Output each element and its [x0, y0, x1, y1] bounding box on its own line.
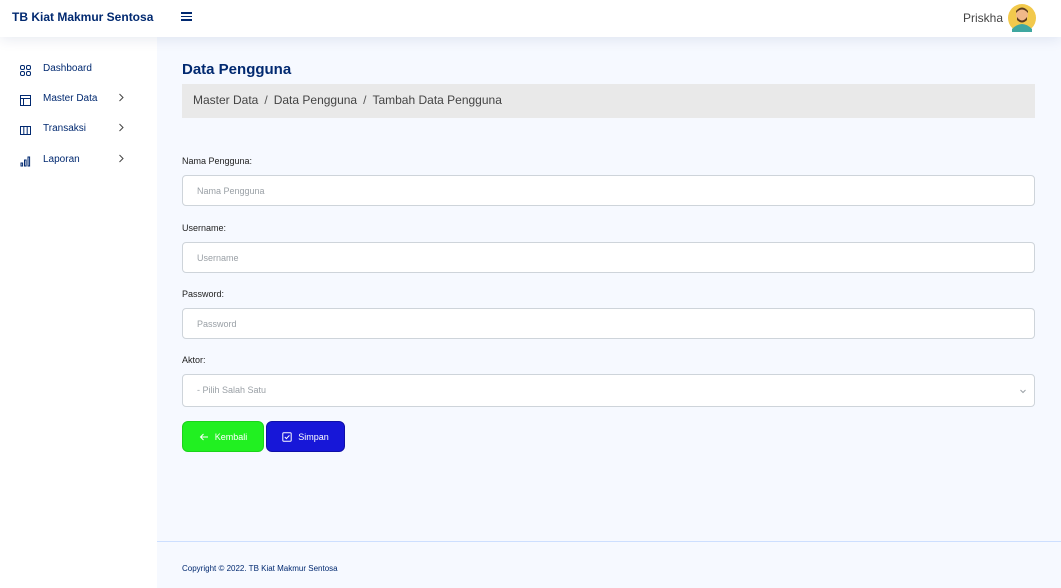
sidebar-item-laporan[interactable]: Laporan [20, 152, 132, 170]
aktor-select[interactable]: - Pilih Salah Satu [182, 374, 1035, 407]
columns-icon [20, 125, 31, 136]
save-button-label: Simpan [298, 431, 329, 442]
sidebar-item-label: Transaksi [43, 123, 86, 134]
aktor-selected-value: - Pilih Salah Satu [197, 385, 267, 395]
user-name[interactable]: Priskha [963, 11, 1003, 25]
sidebar-item-master-data[interactable]: Master Data [20, 91, 132, 109]
breadcrumb-separator: / [264, 93, 268, 107]
chevron-right-icon [118, 122, 125, 136]
bar-chart-icon [20, 156, 31, 167]
breadcrumb-item-master-data[interactable]: Master Data [193, 93, 258, 107]
sidebar-item-label: Master Data [43, 93, 98, 104]
avatar[interactable] [1007, 3, 1037, 33]
brand-logo-text[interactable]: TB Kiat Makmur Sentosa [12, 10, 153, 24]
grid-icon [20, 65, 31, 76]
user-avatar-icon [1008, 4, 1036, 32]
username-label: Username: [182, 223, 227, 233]
back-button[interactable]: Kembali [182, 421, 264, 452]
sidebar: Dashboard Master Data Transaksi Laporan [0, 37, 157, 588]
sidebar-item-label: Laporan [43, 154, 80, 165]
main-content: Data Pengguna Master Data / Data Pengguna /… [157, 37, 1061, 541]
breadcrumb: Master Data / Data Pengguna / Tambah Data Pe… [182, 84, 1035, 118]
top-header: TB Kiat Makmur Sentosa Priskha [0, 0, 1061, 37]
layout-icon [20, 95, 31, 106]
aktor-label: Aktor: [182, 355, 206, 365]
nama-pengguna-input[interactable] [182, 175, 1035, 206]
password-input[interactable] [182, 308, 1035, 339]
sidebar-item-dashboard[interactable]: Dashboard [20, 61, 132, 79]
sidebar-item-transaksi[interactable]: Transaksi [20, 121, 132, 139]
breadcrumb-item-current: Tambah Data Pengguna [372, 93, 502, 107]
chevron-right-icon [118, 153, 125, 167]
chevron-right-icon [118, 92, 125, 106]
check-square-icon [282, 431, 292, 442]
breadcrumb-item-data-pengguna[interactable]: Data Pengguna [274, 93, 357, 107]
footer: Copyright © 2022. TB Kiat Makmur Sentosa [157, 541, 1061, 588]
arrow-left-icon [199, 432, 209, 442]
copyright-text: Copyright © 2022. TB Kiat Makmur Sentosa [182, 564, 338, 573]
back-button-label: Kembali [214, 431, 248, 442]
page-title: Data Pengguna [182, 61, 292, 78]
chevron-down-icon [1018, 386, 1028, 396]
password-label: Password: [182, 289, 225, 299]
breadcrumb-separator: / [363, 93, 367, 107]
hamburger-menu-icon[interactable] [180, 10, 194, 24]
username-input[interactable] [182, 242, 1035, 273]
sidebar-item-label: Dashboard [43, 63, 92, 74]
nama-pengguna-label: Nama Pengguna: [182, 156, 253, 166]
save-button[interactable]: Simpan [266, 421, 345, 452]
